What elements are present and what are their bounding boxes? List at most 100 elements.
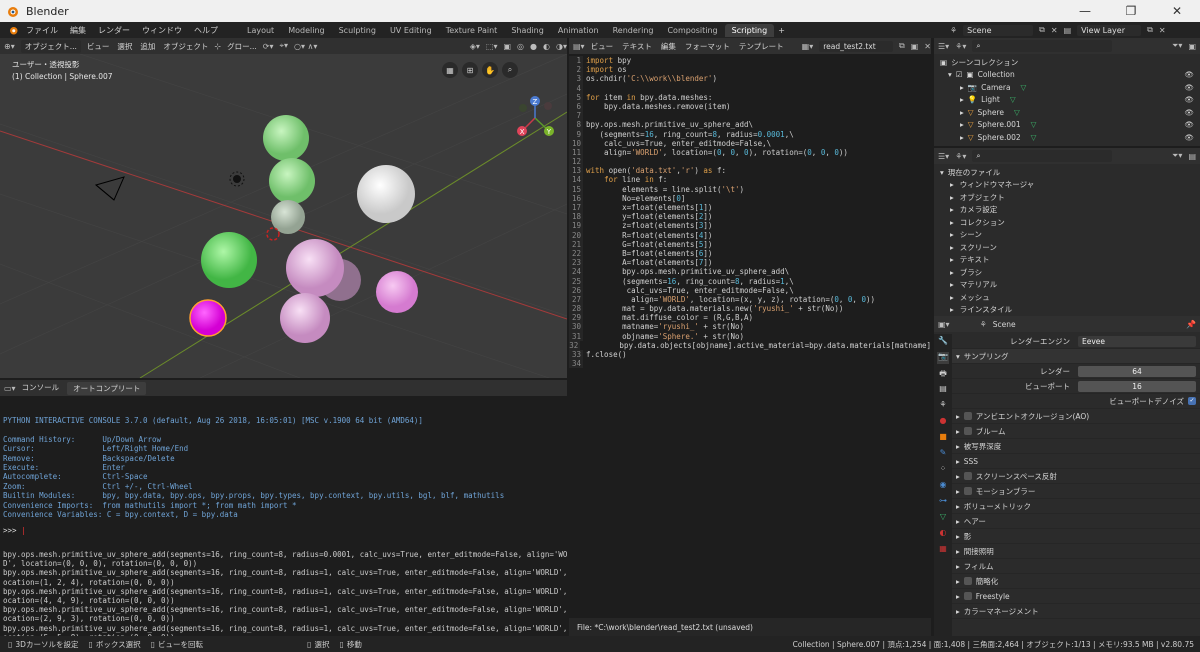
sphere-green-mid[interactable]	[269, 158, 315, 204]
properties-editor-type-icon[interactable]: ▣▾	[938, 320, 950, 329]
visibility-eye-icon[interactable]: 👁	[1184, 108, 1194, 117]
panel-section[interactable]: ▸ 間接照明	[952, 544, 1200, 559]
expand-arrow-icon[interactable]: ▸	[956, 427, 960, 436]
file-view-search-input[interactable]: ⌕	[972, 150, 1113, 162]
expand-arrow-icon[interactable]: ▸	[960, 83, 964, 92]
outliner-row[interactable]: ▸ ▽ Sphere.001 ▽ 👁	[934, 119, 1200, 132]
render-engine-select[interactable]: Eevee	[1078, 335, 1196, 347]
properties-editor[interactable]: ▣▾ ⚘ Scene 📌 🔧 📷 🖶 ▤ ⚘ ● ■ ✎ ⁘ ◉ ⊶ ▽ ◐ ▦…	[934, 316, 1200, 636]
render-samples-field[interactable]: 64	[1078, 365, 1196, 377]
sphere-selected[interactable]	[189, 299, 227, 337]
file-view-row[interactable]: ▸ オブジェクト	[934, 191, 1200, 204]
viewport-menu-item[interactable]: 追加	[140, 41, 155, 52]
minimize-button[interactable]: —	[1062, 4, 1108, 18]
console-editor-type-icon[interactable]: ▭▾	[4, 384, 16, 393]
outliner-row[interactable]: ▾ ☑ ▣ Collection 👁	[934, 69, 1200, 82]
scene-tab-icon[interactable]: ⚘	[937, 400, 949, 412]
expand-arrow-icon[interactable]: ▸	[950, 280, 954, 289]
info-log[interactable]: bpy.ops.mesh.primitive_uv_sphere_add(seg…	[0, 538, 567, 636]
text-filename-field[interactable]: read_test2.txt	[819, 40, 894, 52]
output-tab-icon[interactable]: 🖶	[937, 368, 949, 380]
text-editor[interactable]: ▤▾ ビュー テキスト 編集 フォーマット テンプレート ▦▾ read_test2.t…	[569, 38, 931, 636]
snap-icon[interactable]: ⌖▾	[279, 41, 288, 51]
mode-selector[interactable]: オブジェクト...	[20, 39, 81, 53]
visibility-eye-icon[interactable]: 👁	[1184, 83, 1194, 92]
material-tab-icon[interactable]: ◐	[937, 528, 949, 540]
shading-render-icon[interactable]: ◑▾	[556, 42, 567, 51]
section-checkbox[interactable]	[963, 487, 972, 495]
text-datablock-icon[interactable]: ▦▾	[802, 42, 814, 51]
texture-tab-icon[interactable]: ▦	[937, 544, 949, 556]
console-menu-item[interactable]: コンソール	[22, 382, 60, 395]
expand-arrow-icon[interactable]: ▸	[956, 442, 960, 451]
collection-checkbox[interactable]: ☑	[956, 70, 963, 79]
panel-section[interactable]: ▸ ヘアー	[952, 514, 1200, 529]
outliner[interactable]: ☰▾ ⚘▾ ⌕ ⏷▾ ▣ ▣ シーンコレクション ▾ ☑ ▣ Collection 👁 ▸ 📷 C…	[934, 38, 1200, 146]
constraints-tab-icon[interactable]: ⊶	[937, 496, 949, 508]
expand-arrow-icon[interactable]: ▸	[950, 255, 954, 264]
console-menu-item[interactable]: オートコンプリート	[67, 381, 147, 395]
panel-section[interactable]: ▸ ボリューメトリック	[952, 499, 1200, 514]
workspace-tab[interactable]: Rendering	[606, 24, 661, 37]
outliner-scene-collection[interactable]: ▣ シーンコレクション	[934, 56, 1200, 69]
expand-arrow-icon[interactable]: ▸	[960, 108, 964, 117]
panel-section[interactable]: ▸ SSS	[952, 454, 1200, 469]
workspace-tab[interactable]: Scripting	[724, 23, 775, 37]
new-text-icon[interactable]: ⧉	[899, 41, 905, 51]
expand-arrow-icon[interactable]: ▸	[950, 268, 954, 277]
sphere-pink-right[interactable]	[376, 271, 418, 313]
viewport-denoise-checkbox[interactable]: ✓	[1188, 397, 1196, 405]
expand-arrow-icon[interactable]: ▸	[956, 562, 960, 571]
transform-orientation[interactable]: グロー...	[227, 41, 257, 52]
file-view-row[interactable]: ▸ マテリアル	[934, 279, 1200, 292]
python-console[interactable]: ▭▾ コンソール オートコンプリート PYTHON INTERACTIVE CON…	[0, 380, 567, 537]
expand-arrow-icon[interactable]: ▸	[956, 517, 960, 526]
outliner-display-mode-icon[interactable]: ⚘▾	[955, 42, 966, 51]
expand-arrow-icon[interactable]: ▸	[960, 133, 964, 142]
blender-menu-icon[interactable]	[6, 24, 20, 36]
expand-arrow-icon[interactable]: ▸	[950, 305, 954, 314]
code-area[interactable]: 1 import bpy 2 import os 3 os.chdir('C:\\work…	[569, 56, 931, 616]
modifier-tab-icon[interactable]: ✎	[937, 448, 949, 460]
file-view-row[interactable]: ▸ ラインスタイル	[934, 304, 1200, 317]
expand-arrow-icon[interactable]: ▸	[950, 193, 954, 202]
new-scene-icon[interactable]: ⧉	[1039, 25, 1045, 35]
3d-viewport[interactable]: ⊕▾ オブジェクト... ビュー 選択 追加 オブジェクト ⊹ グロー... ⟳▾ ⌖…	[0, 38, 567, 378]
sphere-pink-large[interactable]	[286, 239, 344, 297]
unlink-text-icon[interactable]: ✕	[924, 42, 931, 51]
section-checkbox[interactable]	[963, 592, 972, 600]
outliner-row[interactable]: ▸ ▽ Sphere.002 ▽ 👁	[934, 131, 1200, 144]
expand-arrow-icon[interactable]: ▸	[956, 592, 960, 601]
viewport-menu-item[interactable]: ビュー	[87, 41, 110, 52]
world-tab-icon[interactable]: ●	[937, 416, 949, 428]
file-view-row[interactable]: ▸ スクリーン	[934, 241, 1200, 254]
panel-section[interactable]: ▸ モーションブラー	[952, 484, 1200, 499]
menu-item[interactable]: 編集	[70, 26, 86, 35]
text-editor-type-icon[interactable]: ▤▾	[573, 42, 585, 51]
file-view-row[interactable]: ▸ シーン	[934, 229, 1200, 242]
grid-view-icon[interactable]: ⊞	[462, 62, 478, 78]
sphere-pink-low[interactable]	[280, 293, 330, 343]
camera-view-icon[interactable]: ▦	[442, 62, 458, 78]
menu-item[interactable]: ウィンドウ	[142, 26, 182, 35]
xray-icon[interactable]: ▣	[503, 42, 511, 51]
outliner-row[interactable]: ▸ 💡 Light ▽ 👁	[934, 94, 1200, 107]
tool-tab-icon[interactable]: 🔧	[937, 336, 949, 348]
panel-section[interactable]: ▸ 簡略化	[952, 574, 1200, 589]
navigation-gizmo[interactable]: Z X Y	[517, 96, 554, 136]
new-view-layer-icon[interactable]: ⧉	[1147, 25, 1153, 35]
section-checkbox[interactable]	[963, 472, 972, 480]
section-checkbox[interactable]	[963, 427, 972, 435]
text-editor-menu-item[interactable]: 編集	[661, 41, 676, 52]
workspace-tab[interactable]: Sculpting	[332, 24, 383, 37]
editor-type-icon[interactable]: ⊕▾	[4, 42, 15, 51]
expand-arrow-icon[interactable]: ▸	[950, 230, 954, 239]
console-prompt[interactable]: >>> |	[3, 526, 26, 535]
expand-arrow-icon[interactable]: ▸	[956, 502, 960, 511]
visibility-eye-icon[interactable]: 👁	[1184, 133, 1194, 142]
sphere-green-large[interactable]	[201, 232, 257, 288]
outliner-row[interactable]: ▸ ▽ Sphere ▽ 👁	[934, 106, 1200, 119]
workspace-tab[interactable]: Layout	[240, 24, 281, 37]
file-view-root[interactable]: ▾ 現在のファイル	[934, 166, 1200, 179]
viewport-menu-item[interactable]: オブジェクト	[163, 41, 208, 52]
